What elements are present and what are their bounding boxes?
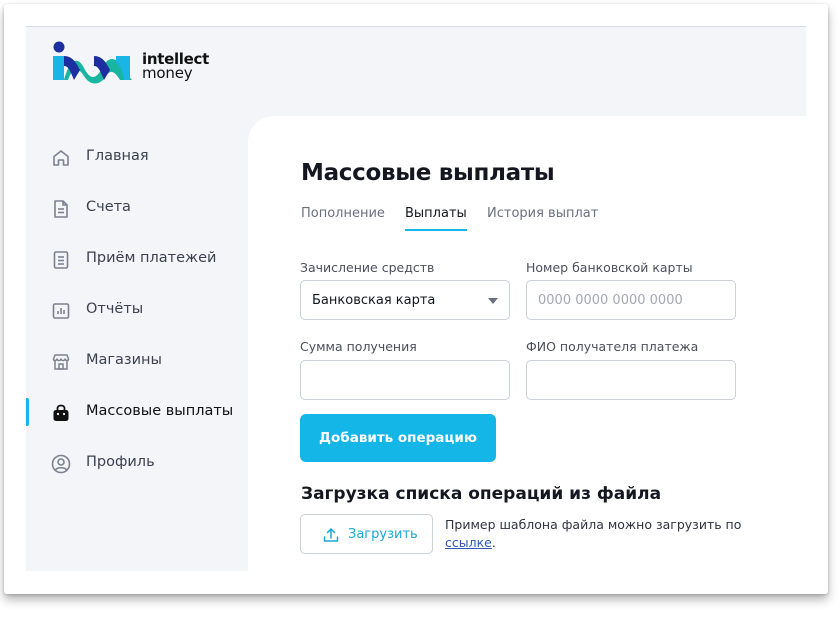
chart-icon [52,303,70,319]
template-hint-text: Пример шаблона файла можно загрузить по [445,517,742,532]
logo-mark-icon [53,41,132,84]
sidebar-item-reports[interactable]: Отчёты [26,292,248,328]
tab-deposit[interactable]: Пополнение [301,206,385,229]
template-link[interactable]: ссылке [445,535,492,550]
sidebar-item-mass-payouts[interactable]: Массовые выплаты [26,394,248,430]
top-divider [26,26,806,27]
active-indicator [26,398,29,426]
home-icon [53,150,69,166]
sidebar-item-home[interactable]: Главная [26,139,248,175]
brand-name-line2: money [142,64,193,82]
document-icon [54,200,68,218]
amount-input[interactable] [300,360,510,400]
tab-payout-history[interactable]: История выплат [487,206,598,229]
amount-label: Сумма получения [300,339,417,354]
sidebar-item-payments[interactable]: Приём платежей [26,241,248,277]
template-hint-end: . [491,535,496,550]
brand-logo[interactable]: intellect money [50,40,220,90]
page-title: Массовые выплаты [301,160,555,186]
sidebar-item-label: Профиль [86,454,155,470]
sidebar-item-label: Массовые выплаты [86,403,234,419]
app-window: intellect money Главная Счета Приём плат… [26,26,806,571]
card-number-label: Номер банковской карты [526,260,693,275]
sidebar-item-stores[interactable]: Магазины [26,343,248,379]
upload-button[interactable]: Загрузить [300,514,433,554]
sidebar-item-label: Приём платежей [86,250,217,266]
recipient-name-input[interactable] [526,360,736,400]
brand-wordmark: intellect money [142,52,209,82]
credit-method-value: Банковская карта [312,293,436,308]
recipient-name-label: ФИО получателя платежа [526,339,699,354]
sidebar-item-profile[interactable]: Профиль [26,445,248,481]
bag-icon [53,404,69,421]
sidebar-item-label: Магазины [86,352,162,368]
sidebar-item-label: Отчёты [86,301,144,317]
credit-method-select[interactable]: Банковская карта [300,280,510,320]
screenshot-frame: intellect money Главная Счета Приём плат… [4,4,828,594]
credit-method-label: Зачисление средств [300,260,435,275]
sidebar-item-invoices[interactable]: Счета [26,190,248,226]
tab-payouts[interactable]: Выплаты [405,206,467,231]
sidebar-item-label: Главная [86,148,149,164]
receipt-icon [53,251,69,269]
upload-button-label: Загрузить [348,527,418,542]
card-number-input[interactable] [526,280,736,320]
store-icon [52,354,70,370]
upload-icon [323,528,339,542]
template-hint: Пример шаблона файла можно загрузить по … [445,516,745,552]
user-icon [51,454,71,474]
main-content: Массовые выплаты Пополнение Выплаты Исто… [248,116,806,571]
add-operation-button[interactable]: Добавить операцию [300,414,496,462]
file-upload-title: Загрузка списка операций из файла [301,484,662,504]
chevron-down-icon [488,298,498,304]
sidebar-item-label: Счета [86,199,131,215]
